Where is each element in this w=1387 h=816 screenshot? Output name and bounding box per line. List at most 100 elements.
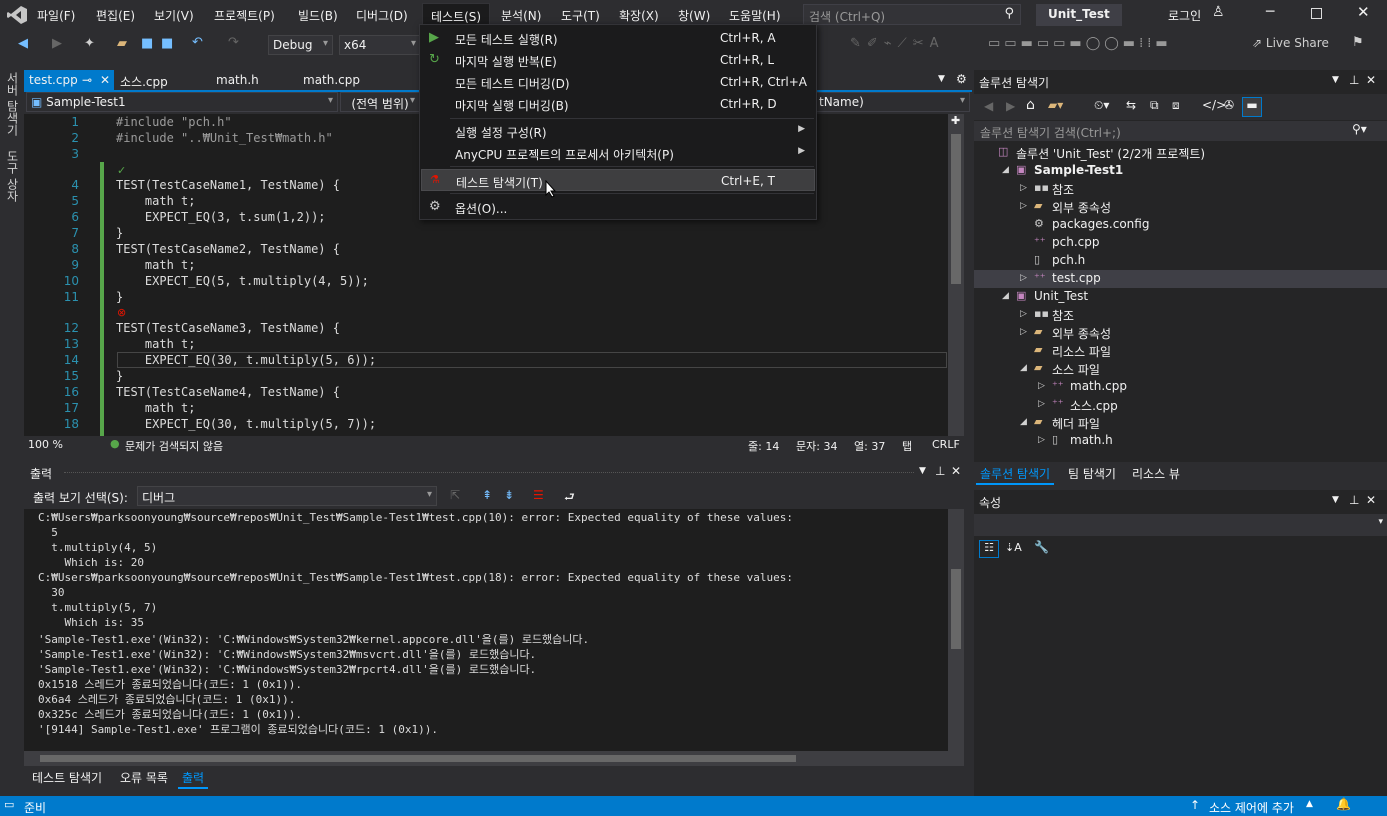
sol-close-icon[interactable]: ✕ [1366, 73, 1376, 87]
tree-item[interactable]: ◢ ▰ 소스 파일 [974, 360, 1387, 378]
tree-item[interactable]: ◢ ▣ Sample-Test1 [974, 162, 1387, 180]
source-control-button[interactable]: 소스 제어에 추가 [1209, 799, 1294, 816]
menu-edit[interactable]: 편집(E) [96, 7, 135, 24]
tab-source-cpp[interactable]: 소스.cpp [115, 70, 173, 91]
menu-item-test-explorer[interactable]: ⚗ 테스트 탐색기(T) Ctrl+E, T [421, 169, 815, 191]
comment-tools-icons[interactable]: ✎✐⌁⟋✂A [850, 36, 945, 51]
props-close-icon[interactable]: ✕ [1366, 493, 1376, 507]
show-all-files-icon[interactable]: ⧈ [1172, 98, 1180, 113]
expand-arrow-icon[interactable]: ▷ [1038, 399, 1045, 409]
user-icon[interactable]: ♙ [1212, 4, 1225, 20]
scroll-thumb[interactable] [951, 134, 961, 284]
sol-search-icon[interactable]: ⚲▾ [1352, 122, 1367, 136]
expand-arrow-icon[interactable]: ▷ [1020, 201, 1027, 211]
menu-help[interactable]: 도움말(H) [729, 7, 781, 24]
open-folder-icon[interactable]: ▰ [117, 36, 127, 51]
tab-math-h[interactable]: math.h [211, 70, 264, 91]
tree-item[interactable]: ◫ 솔루션 'Unit_Test' (2/2개 프로젝트) [974, 144, 1387, 162]
tree-item[interactable]: ▷ ▰ 외부 종속성 [974, 324, 1387, 342]
collapse-arrow-icon[interactable]: ◢ [1002, 291, 1009, 301]
expand-arrow-icon[interactable]: ▷ [1020, 309, 1027, 319]
tab-solution-explorer[interactable]: 솔루션 탐색기 [976, 464, 1055, 485]
forward-icon[interactable]: ▶ [52, 36, 62, 51]
sync-icon[interactable]: ⇆ [1126, 98, 1136, 112]
menu-view[interactable]: 보기(V) [154, 7, 194, 24]
menu-item-processor-architecture[interactable]: AnyCPU 프로젝트의 프로세서 아키텍처(P) ▶ [421, 142, 815, 164]
menu-item-repeat-last-run[interactable]: ↻ 마지막 실행 반복(E) Ctrl+R, L [421, 49, 815, 71]
props-dropdown-icon[interactable]: ▼ [1332, 495, 1339, 505]
config-dropdown[interactable]: Debug [268, 35, 333, 55]
collapse-arrow-icon[interactable]: ◢ [1002, 165, 1009, 175]
tab-dropdown-icon[interactable]: ▼ [938, 74, 945, 84]
issues-text[interactable]: 문제가 검색되지 않음 [125, 438, 223, 454]
home-icon[interactable]: ⌂ [1026, 97, 1035, 113]
tab-error-list[interactable]: 오류 목록 [116, 768, 172, 787]
feedback-icon[interactable]: ⚑ [1352, 35, 1364, 50]
tab-math-cpp[interactable]: math.cpp [298, 70, 365, 91]
platform-dropdown[interactable]: x64 [339, 35, 421, 55]
expand-arrow-icon[interactable]: ▷ [1020, 183, 1027, 193]
tab-resource-view[interactable]: 리소스 뷰 [1128, 464, 1184, 483]
test-pass-icon[interactable]: ✓ [117, 164, 126, 177]
editor-scrollbar[interactable]: ✚ [948, 114, 964, 436]
tree-item[interactable]: ◢ ▰ 헤더 파일 [974, 414, 1387, 432]
layout-tools-icons[interactable]: ▭▭▬▭▭▬◯◯▬⁞⁞▬ [988, 36, 1172, 51]
expand-arrow-icon[interactable]: ▷ [1038, 381, 1045, 391]
expand-arrow-icon[interactable]: ▷ [1020, 273, 1027, 283]
panel-dropdown-icon[interactable]: ▼ [919, 466, 926, 476]
collapse-arrow-icon[interactable]: ◢ [1020, 417, 1027, 427]
alphabetical-icon[interactable]: ⇣A [1005, 541, 1022, 554]
expand-arrow-icon[interactable]: ▷ [1020, 327, 1027, 337]
collapse-arrow-icon[interactable]: ◢ [1020, 363, 1027, 373]
menu-build[interactable]: 빌드(B) [298, 7, 338, 24]
menu-tools[interactable]: 도구(T) [561, 7, 600, 24]
properties-wrench-icon[interactable]: ✇ [1224, 98, 1234, 112]
menu-project[interactable]: 프로젝트(P) [214, 7, 275, 24]
code-icon[interactable]: </> [1202, 98, 1226, 112]
expand-arrow-icon[interactable]: ▷ [1038, 435, 1045, 445]
menu-analyze[interactable]: 분석(N) [501, 7, 541, 24]
tree-item[interactable]: ▷ ⁺⁺ 소스.cpp [974, 396, 1387, 414]
scope-dropdown[interactable]: (전역 범위) [340, 92, 420, 112]
member-dropdown[interactable]: tName) [814, 92, 970, 112]
tree-item[interactable]: ▯ pch.h [974, 252, 1387, 270]
sol-dropdown-icon[interactable]: ▼ [1332, 75, 1339, 85]
test-fail-icon[interactable]: ⊗ [117, 306, 126, 319]
tree-item[interactable]: ◢ ▣ Unit_Test [974, 288, 1387, 306]
props-object-dropdown[interactable]: ▾ [974, 514, 1387, 536]
menu-item-run-all-tests[interactable]: ▶ 모든 테스트 실행(R) Ctrl+R, A [421, 27, 815, 49]
tab-output[interactable]: 출력 [178, 768, 209, 789]
tree-item[interactable]: ▷ ▯ math.h [974, 432, 1387, 450]
hscroll-thumb[interactable] [40, 755, 796, 762]
sol-pin-icon[interactable]: ⊥ [1349, 73, 1359, 87]
maximize-button[interactable] [1311, 8, 1322, 19]
props-pin-icon[interactable]: ⊥ [1349, 493, 1359, 507]
prev-message-icon[interactable]: ⇞ [482, 488, 492, 502]
menu-item-options[interactable]: ⚙ 옵션(O)... [421, 196, 815, 218]
word-wrap-icon[interactable]: ⮐ [564, 488, 575, 509]
output-text-area[interactable]: C:₩Users₩parksoonyoung₩source₩repos₩Unit… [24, 509, 964, 751]
back-icon[interactable]: ◀ [18, 36, 28, 51]
preview-icon[interactable]: ▬ [1242, 97, 1262, 117]
tree-item[interactable]: ▷ ▰ 외부 종속성 [974, 198, 1387, 216]
output-source-dropdown[interactable]: 디버그 [137, 486, 437, 506]
save-icon[interactable]: ■ [141, 36, 153, 51]
new-project-icon[interactable]: ✦ [84, 36, 95, 51]
property-pages-icon[interactable]: 🔧 [1034, 540, 1049, 554]
tab-settings-icon[interactable]: ⚙ [956, 72, 967, 86]
tab-test-cpp[interactable]: test.cpp ⊸ ✕ [24, 70, 114, 91]
notification-bell-icon[interactable]: 🔔 [1336, 797, 1351, 811]
tree-item[interactable]: ⁺⁺ pch.cpp [974, 234, 1387, 252]
close-tab-icon[interactable]: ✕ [100, 73, 110, 87]
switch-views-icon[interactable]: ▰▾ [1048, 98, 1063, 112]
collapse-all-icon[interactable]: ⧉ [1150, 98, 1159, 113]
pin-icon[interactable]: ⊥ [935, 464, 945, 478]
tree-item[interactable]: ▷ ▪▪ 참조 [974, 180, 1387, 198]
menu-item-run-settings[interactable]: 실행 설정 구성(R) ▶ [421, 120, 815, 142]
goto-code-icon[interactable]: ⇱ [450, 488, 460, 502]
output-hscrollbar[interactable] [24, 751, 964, 766]
project-dropdown[interactable]: ▣ Sample-Test1 [26, 92, 338, 112]
sol-search-box[interactable]: 솔루션 탐색기 검색(Ctrl+;) ⚲▾ [974, 121, 1387, 141]
sol-back-icon[interactable]: ◀ [984, 99, 993, 113]
output-scrollbar[interactable] [948, 509, 964, 751]
